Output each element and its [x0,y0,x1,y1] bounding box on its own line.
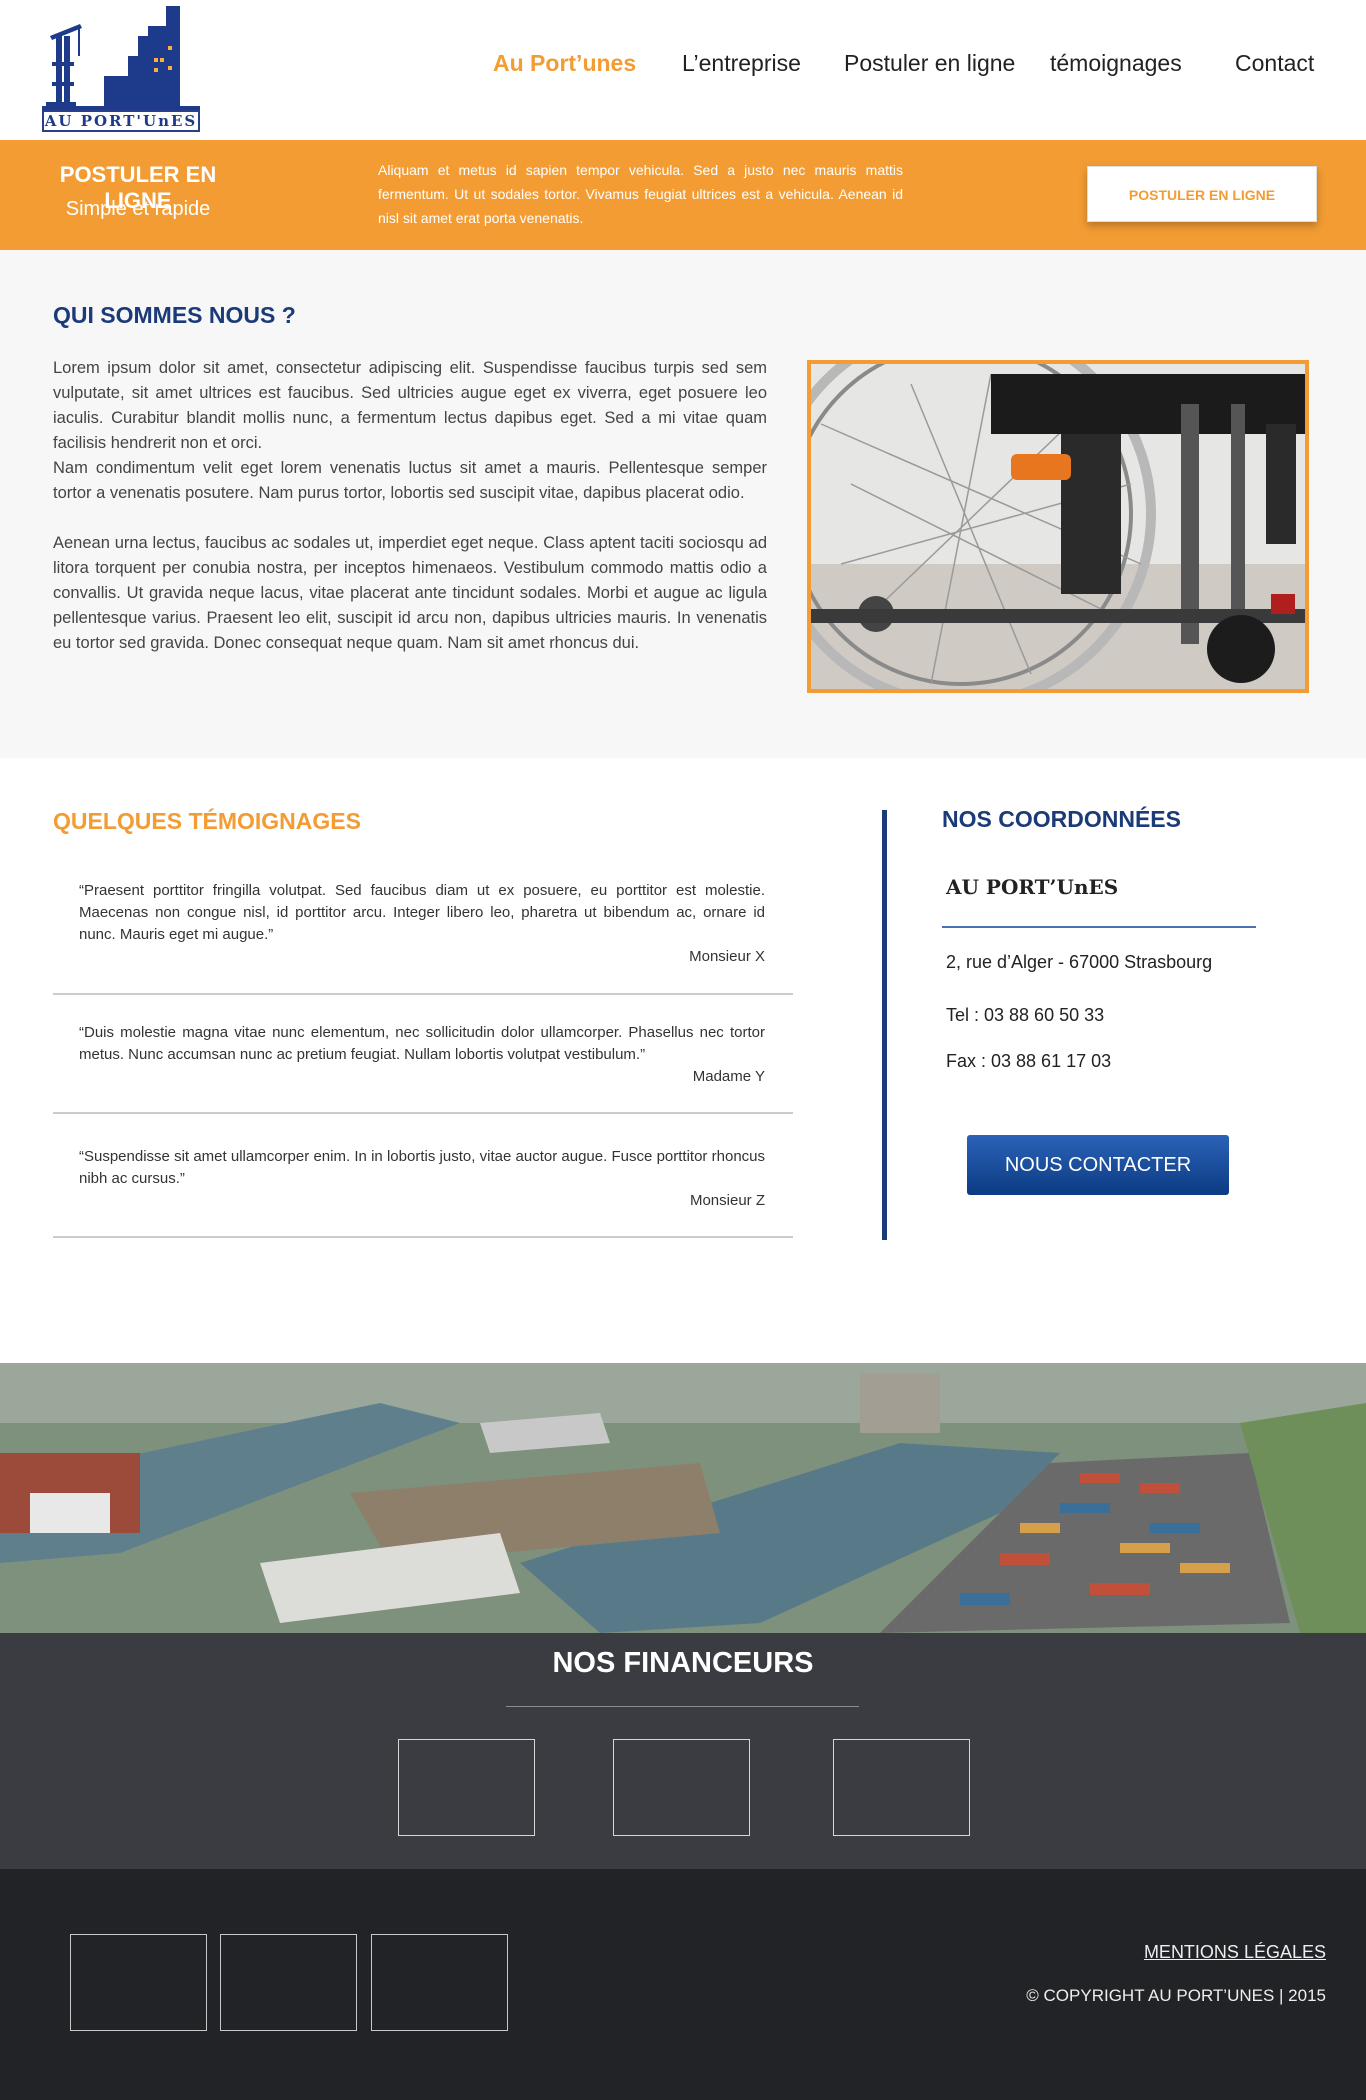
coordinates-title: NOS COORDONNÉES [942,806,1181,832]
funder-logo-placeholder[interactable] [398,1739,535,1836]
port-aerial-image [0,1363,1366,1633]
funder-logo-placeholder[interactable] [613,1739,750,1836]
funders-section: NOS FINANCEURS [0,1633,1366,1869]
apply-banner-subtitle: Simple et rapide [65,198,211,220]
legal-notice-link[interactable]: MENTIONS LÉGALES [1144,1942,1326,1963]
company-fax: Fax : 03 88 61 17 03 [946,1051,1112,1071]
testimonials-title: QUELQUES TÉMOIGNAGES [53,808,361,834]
company-address: 2, rue d’Alger - 67000 Strasbourg [946,952,1213,972]
testimonial-item: “Duis molestie magna vitae nunc elementu… [53,1022,793,1114]
testimonial-quote: “Praesent porttitor fringilla volutpat. … [79,882,765,943]
main-nav: Au Port’unes L’entreprise Postuler en li… [0,50,1366,90]
testimonial-author: Monsieur X [689,948,765,965]
coordinates-divider [942,926,1256,928]
footer-logo-placeholder[interactable] [371,1934,508,2031]
site-header: AU PORT'UnES Au Port’unes L’entreprise P… [0,0,1366,140]
about-text: Lorem ipsum dolor sit amet, consectetur … [53,356,767,656]
testimonial-item: “Suspendisse sit amet ullamcorper enim. … [53,1146,793,1238]
about-section: QUI SOMMES NOUS ? Lorem ipsum dolor sit … [0,250,1366,758]
about-paragraph: Aenean urna lectus, faucibus ac sodales … [53,534,767,652]
copyright-text: © COPYRIGHT AU PORT’UNES | 2015 [1026,1986,1326,2005]
nav-item-temoignages[interactable]: témoignages [1050,50,1182,77]
site-footer: MENTIONS LÉGALES © COPYRIGHT AU PORT’UNE… [0,1869,1366,2100]
testimonial-item: “Praesent porttitor fringilla volutpat. … [53,880,793,995]
company-phone: Tel : 03 88 60 50 33 [946,1005,1105,1025]
funders-divider [506,1706,859,1707]
vertical-divider [882,810,887,1240]
funder-logo-placeholder[interactable] [833,1739,970,1836]
nav-item-contact[interactable]: Contact [1235,50,1314,77]
nav-item-entreprise[interactable]: L’entreprise [682,50,801,77]
about-paragraph: Lorem ipsum dolor sit amet, consectetur … [53,359,767,452]
contact-us-button[interactable]: NOUS CONTACTER [967,1135,1229,1195]
nav-item-home[interactable]: Au Port’unes [493,50,636,77]
testimonial-quote: “Duis molestie magna vitae nunc elementu… [79,1024,765,1063]
footer-logo-placeholder[interactable] [220,1934,357,2031]
company-name: AU PORT’UnES [946,875,1119,899]
logo-text: AU PORT'UnES [42,110,200,132]
wheelchair-image [811,364,1305,689]
testimonial-author: Monsieur Z [689,1192,765,1209]
testimonial-author: Madame Y [692,1068,765,1085]
port-aerial-photo [0,1363,1366,1633]
apply-online-button[interactable]: POSTULER EN LIGNE [1087,166,1317,222]
testimonial-quote: “Suspendisse sit amet ullamcorper enim. … [79,1148,765,1187]
footer-logo-placeholder[interactable] [70,1934,207,2031]
about-paragraph: Nam condimentum velit eget lorem venenat… [53,459,767,502]
nav-item-postuler[interactable]: Postuler en ligne [844,50,1015,77]
about-title: QUI SOMMES NOUS ? [53,302,296,328]
apply-banner-text: Aliquam et metus id sapien tempor vehicu… [378,162,903,226]
wheelchair-photo [807,360,1309,693]
funders-title: NOS FINANCEURS [552,1647,814,1679]
